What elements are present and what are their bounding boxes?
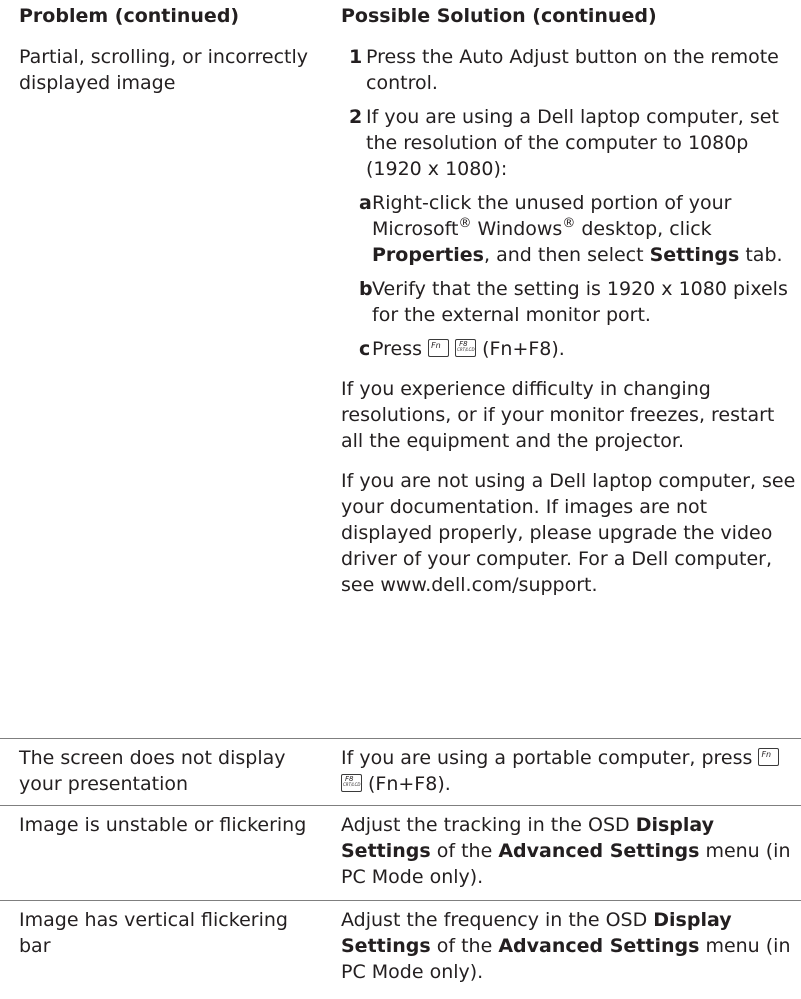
fn-key-icon <box>758 748 780 766</box>
step-text: Press the Auto Adjust button on the remo… <box>366 46 779 94</box>
fn-key-icon <box>428 339 450 357</box>
step-text: If you are using a Dell laptop computer,… <box>366 106 779 180</box>
f8-key-icon <box>455 339 477 357</box>
problem-cell-vertical-bar: Image has vertical flickering bar <box>19 909 288 957</box>
solution-cell-vertical-bar: Adjust the frequency in the OSD Display … <box>341 909 791 983</box>
solution-cell-unstable: Adjust the tracking in the OSD Display S… <box>341 814 791 888</box>
problem-column-header: Problem (continued) <box>19 5 240 27</box>
substep-letter: a <box>359 192 372 214</box>
substep-a: a Right-click the unused portion of your… <box>341 190 801 268</box>
f8-key-icon <box>341 774 362 792</box>
substep-letter: c <box>359 338 371 360</box>
step-number: 1 <box>349 46 363 68</box>
substep-c: c Press (Fn+F8). <box>341 336 801 362</box>
non-dell-paragraph: If you are not using a Dell laptop compu… <box>341 470 796 596</box>
step-number: 2 <box>349 106 363 128</box>
problem-cell-unstable: Image is unstable or flickering <box>19 814 307 836</box>
solution-column-header: Possible Solution (continued) <box>341 5 657 27</box>
row-divider <box>0 738 801 739</box>
solution-cell-no-display: If you are using a portable computer, pr… <box>341 745 801 797</box>
row-divider <box>0 805 801 806</box>
substep-b: b Verify that the setting is 1920 x 1080… <box>341 276 801 328</box>
resolution-difficulty-paragraph: If you experience difficulty in changing… <box>341 378 775 452</box>
row-divider <box>0 900 801 901</box>
problem-cell-no-display: The screen does not display your present… <box>19 747 286 795</box>
substep-letter: b <box>359 278 373 300</box>
solution-cell-partial-image: 1 Press the Auto Adjust button on the re… <box>341 44 801 598</box>
troubleshooting-table: Problem (continued) Possible Solution (c… <box>0 0 801 999</box>
substep-a-text: Right-click the unused portion of your M… <box>372 192 783 266</box>
problem-cell-partial-image: Partial, scrolling, or incorrectly displ… <box>19 46 309 94</box>
substep-b-text: Verify that the setting is 1920 x 1080 p… <box>372 278 788 326</box>
step-2: 2 If you are using a Dell laptop compute… <box>341 104 801 182</box>
step-1: 1 Press the Auto Adjust button on the re… <box>341 44 801 96</box>
